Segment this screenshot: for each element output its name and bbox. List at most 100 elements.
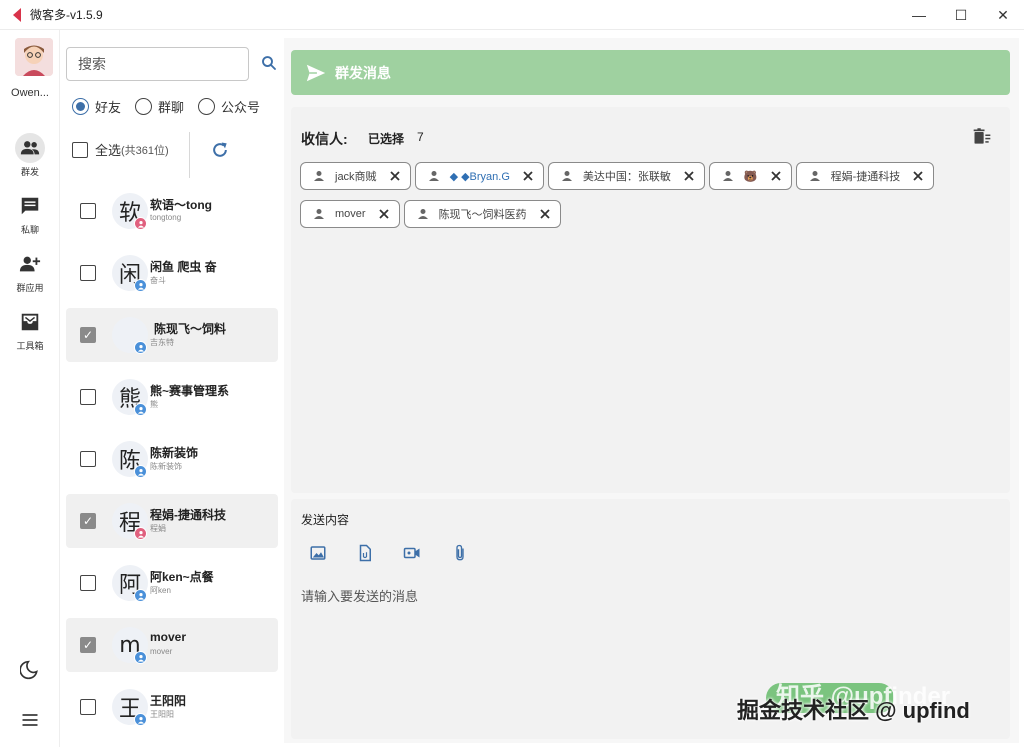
contact-subtitle: mover [150,647,173,656]
filter-friends-label: 好友 [95,100,122,115]
contact-checkbox[interactable] [80,327,96,343]
close-icon[interactable] [683,170,695,182]
chat-icon [15,191,45,221]
list-item[interactable]: 软 软语～tong tongtong [66,184,278,238]
select-all-count: (共361位) [121,144,169,157]
contact-type-filter: 好友 群聊 公众号 [72,97,274,116]
recipient-chip: 程娟-捷通科技 [795,162,935,190]
recipient-name: 🐻 [743,170,758,183]
radio-dot [72,98,89,115]
recipient-chip: 🐻 [708,162,792,190]
contact-checkbox[interactable] [80,637,96,653]
user-avatar[interactable] [15,38,53,76]
recipient-name: jack商贼 [335,171,377,183]
radio-dot [198,98,216,115]
minimize-button[interactable]: — [898,0,940,30]
close-button[interactable]: ✕ [982,0,1024,30]
clear-list-icon[interactable] [972,127,992,147]
person-icon [417,209,428,219]
main-panel: 群发消息 收信人: 已选择 7 jack商贼 ◆ ◆Bryan.G 美达中国：张… [284,38,1019,743]
maximize-button[interactable]: ☐ [940,0,982,30]
divider [189,132,190,178]
select-all[interactable]: 全选 (共361位) [72,140,169,159]
select-all-checkbox[interactable] [72,141,88,158]
list-item[interactable]: 程 程娟-捷通科技 程娟 [66,494,278,548]
nav-label-group-apps: 群应用 [16,283,44,293]
contact-subtitle: 吉东特 [150,338,174,347]
close-icon[interactable] [912,170,924,182]
contact-subtitle: 熊 [150,400,158,409]
contact-checkbox[interactable] [80,575,96,591]
add-user-icon [15,249,45,279]
close-icon[interactable] [539,208,551,220]
nav-item-toolbox[interactable]: 工具箱 [0,307,60,352]
contact-subtitle: 陈新装饰 [150,462,182,471]
person-badge-icon [134,465,147,478]
contact-checkbox[interactable] [80,265,96,281]
list-item[interactable]: m mover mover [66,618,278,672]
list-item[interactable]: 陈现飞～饲料 吉东特 [66,308,278,362]
contact-checkbox[interactable] [80,389,96,405]
recipient-name: mover [335,208,366,220]
contact-subtitle: 程娟 [150,524,166,533]
search-input[interactable] [67,48,248,80]
list-item[interactable]: 熊 熊~赛事管理系 熊 [66,370,278,424]
person-icon [314,171,324,181]
recipient-chip: jack商贼 [300,162,411,190]
contact-checkbox[interactable] [80,699,96,715]
recipient-name: 美达中国：张联敏 [582,171,671,183]
filter-friends[interactable]: 好友 [72,97,121,116]
user-avatar-image [15,38,53,76]
message-input[interactable] [301,589,981,604]
file-icon[interactable] [356,544,374,562]
recipient-chips: jack商贼 ◆ ◆Bryan.G 美达中国：张联敏 🐻 程娟-捷通科技 mov… [300,162,1000,238]
recipient-name: ◆ ◆Bryan.G [449,170,510,183]
contact-checkbox[interactable] [80,451,96,467]
person-icon [561,171,572,181]
filter-official-accounts[interactable]: 公众号 [198,97,260,116]
contact-name: 程娟-捷通科技 [150,508,226,522]
watermark: 掘金技术社区 @ upfind [737,698,970,723]
moon-icon [20,660,38,680]
attachment-icon[interactable] [451,544,469,562]
list-item[interactable]: 阿 阿ken~点餐 阿ken [66,556,278,610]
close-icon[interactable] [522,170,534,182]
theme-toggle[interactable] [0,660,60,680]
person-icon [314,209,324,219]
refresh-icon[interactable] [210,140,230,160]
video-icon[interactable] [403,544,421,562]
person-badge-icon [134,403,147,416]
contact-subtitle: tongtong [150,213,182,222]
recipient-name: 程娟-捷通科技 [830,171,901,183]
image-icon[interactable] [309,544,327,562]
nav-sidebar: Owen... 群发 私聊 群应用 工具箱 [0,30,60,747]
person-badge-icon [134,713,147,726]
nav-label-group-send: 群发 [20,167,39,177]
nav-item-group-apps[interactable]: 群应用 [0,249,60,294]
list-item[interactable]: 王 王阳阳 王阳阳 [66,680,278,734]
contact-subtitle: 阿ken [150,586,171,595]
search-icon[interactable] [260,54,278,72]
close-icon[interactable] [770,170,782,182]
contact-checkbox[interactable] [80,203,96,219]
list-item[interactable]: 闲 闲鱼 爬虫 奋 奋斗 [66,246,278,300]
group-icon [15,133,45,163]
menu-button[interactable] [0,710,60,730]
filter-official-label: 公众号 [221,100,261,115]
send-icon [306,64,326,81]
contact-name: 王阳阳 [150,694,187,708]
person-badge-icon [134,341,147,354]
filter-groups-label: 群聊 [158,100,185,115]
contact-checkbox[interactable] [80,513,96,529]
close-icon[interactable] [378,208,390,220]
contact-name: 陈新装饰 [150,446,199,460]
person-icon [809,171,820,181]
contacts-panel: 好友 群聊 公众号 全选 (共361位) 软 软语～tong tongtong … [60,30,284,747]
list-item[interactable]: 陈 陈新装饰 陈新装饰 [66,432,278,486]
filter-groups[interactable]: 群聊 [135,97,184,116]
contact-name: 陈现飞～饲料 [154,322,227,336]
nav-item-group-send[interactable]: 群发 [0,133,60,178]
nav-item-private-chat[interactable]: 私聊 [0,191,60,236]
close-icon[interactable] [389,170,401,182]
person-icon [722,171,733,181]
